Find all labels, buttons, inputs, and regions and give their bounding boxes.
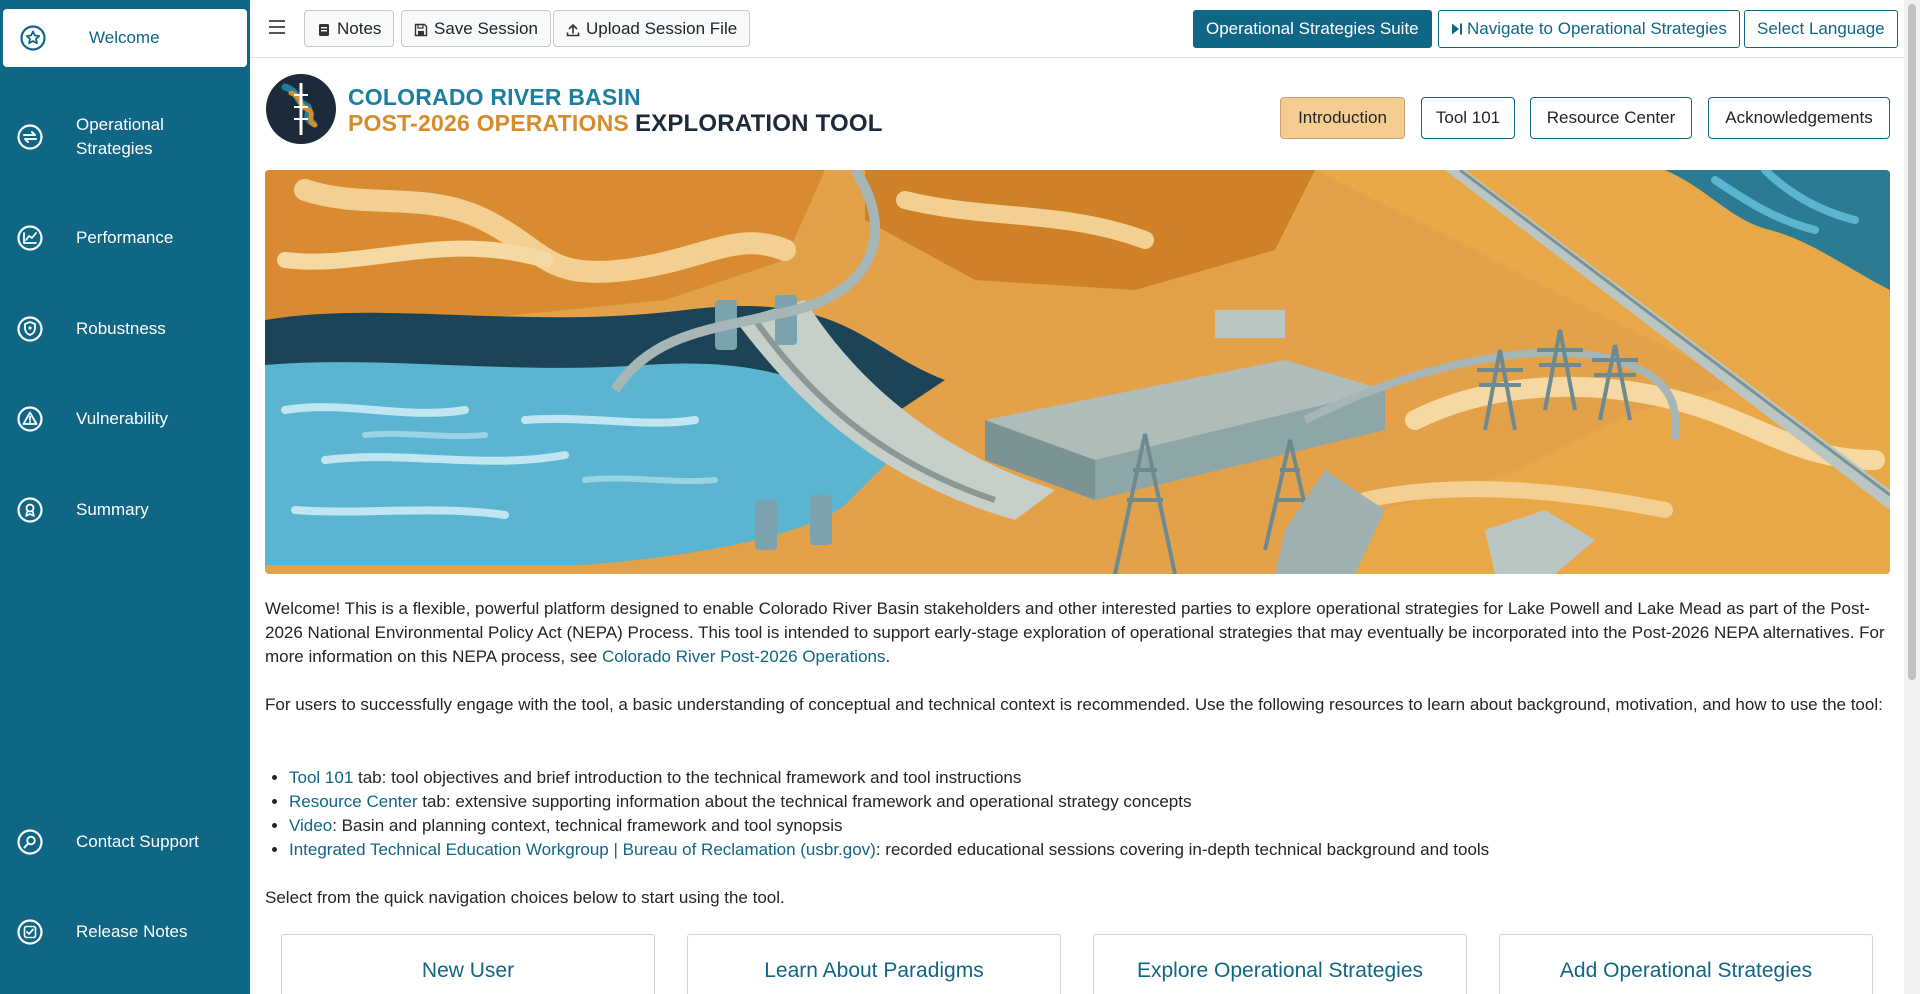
- sidebar-item-label: Vulnerability: [76, 409, 168, 428]
- card-title: Explore Operational Strategies: [1137, 959, 1423, 982]
- shield-circle-icon: [16, 315, 44, 343]
- upload-session-button[interactable]: Upload Session File: [553, 10, 751, 47]
- sidebar-item-label: Robustness: [76, 319, 166, 338]
- sidebar-item-label: Performance: [76, 228, 174, 247]
- language-label: Select Language: [1757, 19, 1885, 38]
- list-item-text: : recorded educational sessions covering…: [875, 840, 1490, 859]
- resources-paragraph: For users to successfully engage with th…: [265, 695, 1883, 714]
- list-item: Video: Basin and planning context, techn…: [289, 814, 1489, 838]
- sidebar-item-summary[interactable]: Summary: [3, 497, 247, 523]
- tab-resource-center[interactable]: Resource Center: [1530, 97, 1692, 139]
- card-title: Learn About Paradigms: [764, 959, 984, 982]
- chart-circle-icon: [16, 224, 44, 252]
- play-skip-icon: [1451, 22, 1463, 36]
- resources-list: Tool 101 tab: tool objectives and brief …: [289, 766, 1489, 862]
- page-scrollbar[interactable]: [1904, 0, 1920, 994]
- resource-center-link[interactable]: Resource Center: [289, 792, 418, 811]
- select-language-button[interactable]: Select Language: [1744, 10, 1898, 48]
- tool-101-link[interactable]: Tool 101: [289, 768, 353, 787]
- hero-dam-illustration: [265, 170, 1890, 574]
- warning-circle-icon: [16, 405, 44, 433]
- upload-icon: [566, 22, 580, 36]
- search-circle-icon: [16, 828, 44, 856]
- sidebar: Welcome Operational Strategies Performan…: [0, 0, 250, 994]
- new-user-card[interactable]: New User: [281, 934, 655, 994]
- itew-link[interactable]: Integrated Technical Education Workgroup…: [289, 840, 876, 859]
- operational-strategies-suite-button[interactable]: Operational Strategies Suite: [1193, 10, 1432, 48]
- check-circle-icon: [16, 918, 44, 946]
- save-session-label: Save Session: [434, 18, 538, 38]
- sidebar-item-label: Operational Strategies: [76, 115, 164, 158]
- list-item-text: tab: extensive supporting information ab…: [417, 792, 1192, 811]
- top-toolbar: Notes Save Session Upload Session File O…: [250, 0, 1904, 58]
- list-item: Tool 101 tab: tool objectives and brief …: [289, 766, 1489, 790]
- sidebar-item-operational-strategies[interactable]: Operational Strategies: [3, 113, 247, 161]
- sidebar-item-vulnerability[interactable]: Vulnerability: [3, 406, 247, 432]
- video-link[interactable]: Video: [289, 816, 332, 835]
- app-title: COLORADO RIVER BASIN POST-2026 OPERATION…: [348, 84, 883, 137]
- sidebar-item-performance[interactable]: Performance: [3, 225, 247, 251]
- upload-session-label: Upload Session File: [586, 18, 738, 38]
- sidebar-item-label: Contact Support: [76, 832, 199, 851]
- sidebar-item-robustness[interactable]: Robustness: [3, 316, 247, 342]
- suite-label: Operational Strategies Suite: [1206, 19, 1419, 38]
- menu-toggle-icon[interactable]: [268, 18, 286, 36]
- list-item-text: : Basin and planning context, technical …: [332, 816, 843, 835]
- sidebar-item-label: Release Notes: [76, 922, 188, 941]
- card-title: New User: [421, 959, 515, 982]
- sidebar-item-release-notes[interactable]: Release Notes: [3, 919, 247, 945]
- app-logo: [265, 73, 337, 145]
- card-title: Add Operational Strategies: [1559, 959, 1813, 982]
- tab-acknowledgements[interactable]: Acknowledgements: [1708, 97, 1890, 139]
- tab-label: Tool 101: [1435, 108, 1501, 127]
- logo-exploration-tool: EXPLORATION TOOL: [634, 110, 883, 137]
- save-session-button[interactable]: Save Session: [401, 10, 551, 47]
- sidebar-item-label: Summary: [76, 500, 149, 519]
- sidebar-item-contact-support[interactable]: Contact Support: [3, 829, 247, 855]
- tab-tool-101[interactable]: Tool 101: [1421, 97, 1515, 139]
- tab-introduction[interactable]: Introduction: [1280, 97, 1405, 139]
- award-circle-icon: [16, 496, 44, 524]
- logo-line-operations: POST-2026 OPERATIONS EXPLORATION TOOL: [348, 110, 883, 137]
- intro-end: .: [885, 647, 891, 666]
- list-item-text: tab: tool objectives and brief introduct…: [353, 768, 1022, 787]
- main-content: Notes Save Session Upload Session File O…: [250, 0, 1904, 994]
- intro-paragraph: Welcome! This is a flexible, powerful pl…: [265, 597, 1890, 669]
- notebook-icon: [317, 22, 331, 36]
- quick-nav-prompt: Select from the quick navigation choices…: [265, 888, 785, 907]
- learn-paradigms-card[interactable]: Learn About Paradigms: [687, 934, 1061, 994]
- swap-circle-icon: [16, 123, 44, 151]
- notes-label: Notes: [337, 18, 382, 38]
- list-item: Integrated Technical Education Workgroup…: [289, 838, 1489, 862]
- notes-button[interactable]: Notes: [304, 10, 395, 47]
- list-item: Resource Center tab: extensive supportin…: [289, 790, 1489, 814]
- intro-text: Welcome! This is a flexible, powerful pl…: [265, 599, 1885, 666]
- tab-label: Resource Center: [1546, 108, 1676, 127]
- post-2026-operations-link[interactable]: Colorado River Post-2026 Operations: [602, 647, 885, 666]
- sidebar-item-welcome[interactable]: Welcome: [3, 9, 247, 67]
- explore-strategies-card[interactable]: Explore Operational Strategies: [1093, 934, 1467, 994]
- logo-line-basin: COLORADO RIVER BASIN: [348, 84, 641, 110]
- add-strategies-card[interactable]: Add Operational Strategies: [1499, 934, 1873, 994]
- sidebar-item-label: Welcome: [89, 28, 160, 47]
- tab-label: Introduction: [1298, 108, 1387, 127]
- navigate-label: Navigate to Operational Strategies: [1467, 19, 1727, 38]
- floppy-disk-icon: [414, 22, 428, 36]
- tab-label: Acknowledgements: [1725, 108, 1873, 127]
- scrollbar-thumb[interactable]: [1908, 4, 1916, 680]
- logo-operations: POST-2026 OPERATIONS: [348, 110, 629, 136]
- navigate-operational-strategies-button[interactable]: Navigate to Operational Strategies: [1438, 10, 1740, 48]
- star-circle-icon: [19, 24, 47, 52]
